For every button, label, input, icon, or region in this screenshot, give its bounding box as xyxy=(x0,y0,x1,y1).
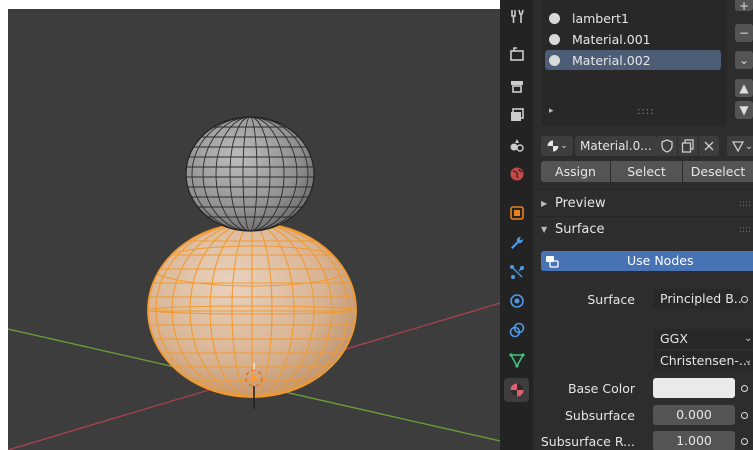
tab-scene[interactable] xyxy=(504,133,529,157)
material-sphere-icon xyxy=(549,33,560,45)
mesh-data-icon xyxy=(508,353,525,368)
shield-icon xyxy=(661,139,673,153)
bottom-sphere xyxy=(147,222,357,398)
material-name-field[interactable]: Material.0... xyxy=(575,136,657,156)
socket-link-icon[interactable] xyxy=(741,412,748,419)
3d-viewport[interactable] xyxy=(8,9,500,450)
material-slot-label: Material.002 xyxy=(572,52,651,68)
select-button[interactable]: Select xyxy=(611,161,682,182)
tab-data[interactable] xyxy=(504,348,529,372)
socket-link-icon[interactable] xyxy=(741,385,748,392)
divider xyxy=(533,189,753,190)
duplicate-material-button[interactable] xyxy=(678,136,698,156)
base-color-swatch[interactable] xyxy=(653,378,735,398)
particles-icon xyxy=(509,265,524,279)
list-item[interactable]: Material.001 xyxy=(545,29,721,49)
deselect-button[interactable]: Deselect xyxy=(683,161,753,182)
image-stack-icon xyxy=(510,108,524,121)
subsurface-radius-field[interactable]: 1.000 xyxy=(653,431,735,450)
surface-section-header[interactable]: ▼ Surface :::: xyxy=(533,218,753,242)
tab-view-layer[interactable] xyxy=(504,103,529,127)
material-icon xyxy=(510,383,523,397)
list-filter-expand-icon[interactable]: ▸ xyxy=(549,106,554,116)
use-nodes-button[interactable]: Use Nodes xyxy=(541,251,753,271)
wrench-icon xyxy=(510,236,523,249)
material-sphere-icon xyxy=(549,54,560,66)
duplicate-icon xyxy=(681,139,694,153)
chevron-down-icon: ⌄ xyxy=(744,355,753,366)
material-properties-panel: lambert1 Material.001 Material.002 ▸ :::… xyxy=(533,0,753,450)
add-slot-button[interactable]: + xyxy=(735,0,753,13)
subsurface-label: Subsurface xyxy=(565,408,635,423)
move-down-button[interactable]: ▼ xyxy=(735,101,753,119)
printer-icon xyxy=(510,81,523,93)
object-icon xyxy=(509,206,524,220)
material-slot-label: Material.001 xyxy=(572,31,651,47)
assign-button[interactable]: Assign xyxy=(541,161,610,182)
move-up-button[interactable]: ▲ xyxy=(735,79,753,97)
divider xyxy=(533,216,753,217)
link-mode-button[interactable]: ⌄ xyxy=(727,136,753,156)
material-slot-label: lambert1 xyxy=(572,10,629,26)
node-tree-icon xyxy=(546,256,559,268)
base-color-label: Base Color xyxy=(567,381,635,396)
properties-tab-bar xyxy=(500,0,533,450)
chevron-down-icon: ⌄ xyxy=(744,333,753,344)
tab-output[interactable] xyxy=(504,74,529,98)
fake-user-button[interactable] xyxy=(657,136,677,156)
surface-shader-field[interactable]: Principled B... xyxy=(653,289,743,309)
constraints-icon xyxy=(509,322,524,338)
tool-icon xyxy=(510,9,524,23)
tab-world[interactable] xyxy=(504,162,529,186)
browse-material-button[interactable]: ⌄ xyxy=(541,136,573,156)
camera-back-icon xyxy=(509,47,524,61)
drag-grip-icon[interactable]: :::: xyxy=(739,218,751,242)
material-slot-list[interactable]: lambert1 Material.001 Material.002 ▸ :::… xyxy=(541,0,727,126)
socket-link-icon[interactable] xyxy=(741,438,748,445)
list-resize-grip[interactable]: :::: xyxy=(637,106,654,117)
remove-slot-button[interactable]: − xyxy=(735,24,753,42)
subsurface-radius-label: Subsurface R... xyxy=(540,434,635,449)
tab-tool[interactable] xyxy=(504,4,529,28)
viewport-scene xyxy=(8,116,500,450)
tab-modifiers[interactable] xyxy=(504,231,529,255)
tab-material[interactable] xyxy=(504,378,529,402)
blender-window: lambert1 Material.001 Material.002 ▸ :::… xyxy=(0,0,753,450)
section-title: Surface xyxy=(555,222,605,237)
mesh-link-icon xyxy=(731,141,744,153)
unlink-material-button[interactable] xyxy=(699,136,719,156)
subsurface-value-field[interactable]: 0.000 xyxy=(653,405,735,425)
material-sphere-icon xyxy=(547,140,559,152)
socket-link-icon[interactable] xyxy=(741,296,748,303)
tab-render[interactable] xyxy=(504,42,529,66)
close-icon xyxy=(704,141,714,151)
world-icon xyxy=(510,167,523,181)
expanded-arrow-icon: ▼ xyxy=(541,225,548,234)
collapsed-arrow-icon: ▶ xyxy=(541,199,548,208)
use-nodes-label: Use Nodes xyxy=(627,253,694,268)
slot-specials-button[interactable]: ⌄ xyxy=(735,51,753,69)
scene-icon xyxy=(510,139,524,152)
drag-grip-icon[interactable]: :::: xyxy=(739,192,751,216)
distribution-dropdown[interactable]: GGX xyxy=(653,329,753,349)
tab-constraints[interactable] xyxy=(504,318,529,342)
chevron-down-icon: ⌄ xyxy=(744,140,753,152)
top-sphere xyxy=(185,116,315,232)
section-title: Preview xyxy=(555,196,606,211)
list-item[interactable]: lambert1 xyxy=(545,8,721,28)
chevron-down-icon: ⌄ xyxy=(560,141,568,151)
material-datablock-row: ⌄ Material.0... ⌄ xyxy=(541,136,753,156)
subsurface-method-dropdown[interactable]: Christensen-... xyxy=(653,351,753,371)
tab-particles[interactable] xyxy=(504,260,529,284)
material-sphere-icon xyxy=(549,12,560,24)
tab-object[interactable] xyxy=(504,201,529,225)
tab-physics[interactable] xyxy=(504,289,529,313)
surface-shader-label: Surface xyxy=(587,292,635,307)
physics-icon xyxy=(509,294,524,308)
list-item-selected[interactable]: Material.002 xyxy=(545,50,721,70)
preview-section-header[interactable]: ▶ Preview :::: xyxy=(533,192,753,216)
